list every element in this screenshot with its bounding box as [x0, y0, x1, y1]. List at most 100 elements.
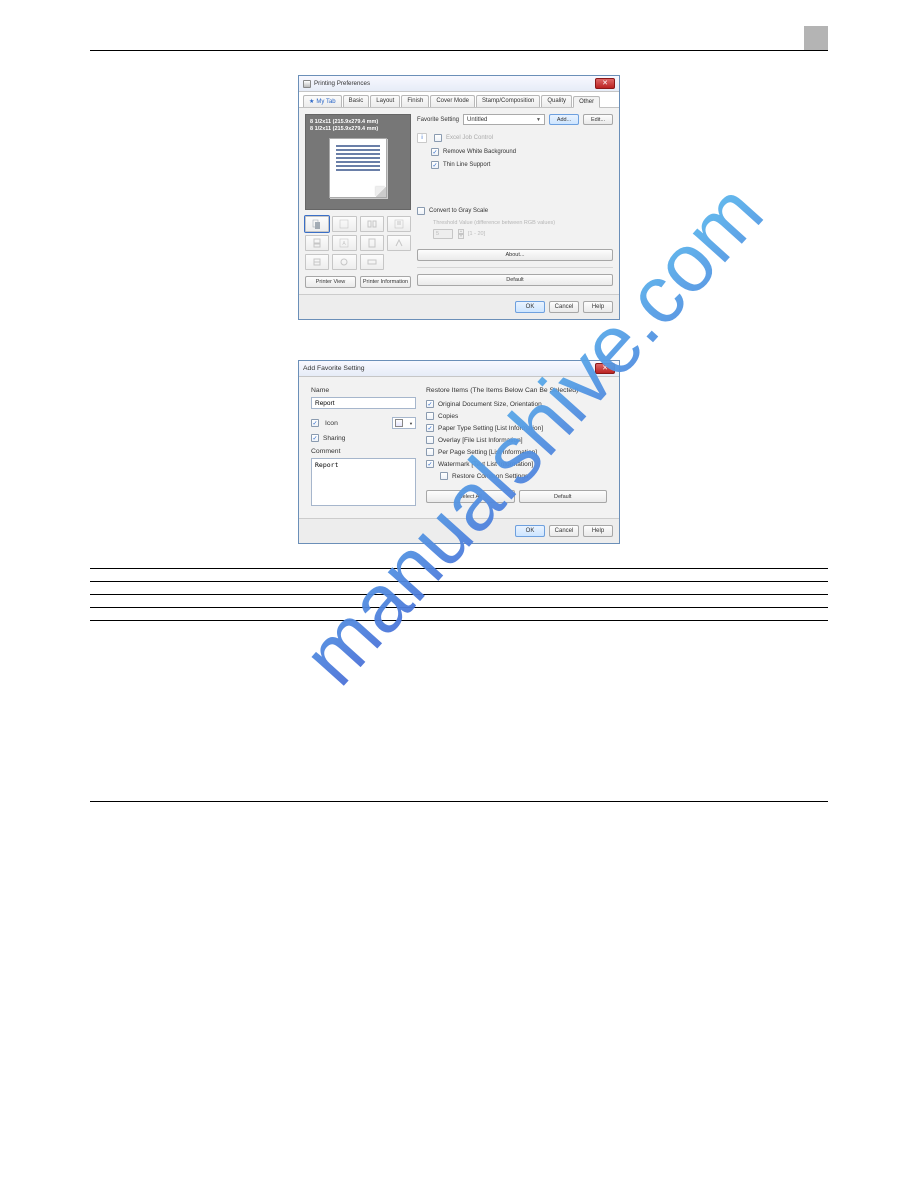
thumb-5[interactable] — [305, 235, 329, 251]
orig-doc-label: Original Document Size, Orientation — [438, 401, 542, 408]
convert-gray-scale-checkbox[interactable] — [417, 207, 425, 215]
thumb-11[interactable] — [360, 254, 384, 270]
table-cell — [90, 582, 250, 595]
remove-white-bg-label: Remove White Background — [443, 149, 516, 155]
thumb-8[interactable] — [387, 235, 411, 251]
thumb-3[interactable] — [360, 216, 384, 232]
page-preview-graphic — [329, 138, 387, 198]
page-preview: 8 1/2x11 (215.9x279.4 mm) 8 1/2x11 (215.… — [305, 114, 411, 210]
favorite-setting-value: Untitled — [467, 117, 487, 123]
help-button[interactable]: Help — [583, 301, 613, 313]
icon-select[interactable]: ▼ — [392, 417, 416, 429]
orig-doc-checkbox[interactable]: ✓ — [426, 400, 434, 408]
remove-white-bg-checkbox[interactable]: ✓ — [431, 148, 439, 156]
threshold-stepper: ▲▼ — [458, 229, 464, 239]
layout-thumbnails: A — [305, 216, 411, 270]
table-row — [90, 569, 828, 582]
thumb-10[interactable] — [332, 254, 356, 270]
table-row — [90, 595, 828, 608]
star-icon: ★ — [309, 98, 314, 105]
add-favorite-setting-dialog: Add Favorite Setting ✕ Name ✓ Icon ▼ — [298, 360, 620, 544]
titlebar-2: Add Favorite Setting ✕ — [299, 361, 619, 377]
comment-textarea[interactable] — [311, 458, 416, 506]
ok-button[interactable]: OK — [515, 301, 545, 313]
printing-preferences-dialog: Printing Preferences ✕ ★My Tab Basic Lay… — [298, 75, 620, 320]
overlay-checkbox[interactable] — [426, 436, 434, 444]
page-icon — [395, 419, 403, 427]
close-button[interactable]: ✕ — [595, 78, 615, 89]
table-cell — [90, 595, 250, 608]
per-page-checkbox[interactable] — [426, 448, 434, 456]
threshold-range: [1 - 20] — [468, 231, 485, 237]
printer-view-button[interactable]: Printer View — [305, 276, 356, 288]
tab-quality[interactable]: Quality — [541, 95, 572, 107]
thin-line-support-label: Thin Line Support — [443, 162, 490, 168]
table-cell — [90, 569, 250, 582]
titlebar: Printing Preferences ✕ — [299, 76, 619, 92]
tab-strip: ★My Tab Basic Layout Finish Cover Mode S… — [299, 92, 619, 108]
table-cell — [250, 582, 828, 595]
tab-cover-mode[interactable]: Cover Mode — [430, 95, 475, 107]
thumb-1[interactable] — [305, 216, 329, 232]
thumb-2[interactable] — [332, 216, 356, 232]
restore-common-checkbox[interactable] — [440, 472, 448, 480]
tab-finish[interactable]: Finish — [401, 95, 429, 107]
excel-job-control-checkbox[interactable] — [434, 134, 442, 142]
table-cell — [90, 608, 250, 621]
restore-common-label: Restore Common Settings — [452, 473, 528, 480]
top-divider — [90, 50, 828, 51]
sharing-label: Sharing — [323, 435, 345, 442]
select-all-button[interactable]: Select All — [426, 490, 515, 503]
settings-table — [90, 568, 828, 621]
excel-job-control-label: Excel Job Control — [446, 135, 493, 141]
copies-checkbox[interactable] — [426, 412, 434, 420]
copies-label: Copies — [438, 413, 458, 420]
default-button-2[interactable]: Default — [519, 490, 608, 503]
name-label: Name — [311, 387, 416, 394]
preview-size-out: 8 1/2x11 (215.9x279.4 mm) — [310, 126, 406, 132]
edit-button[interactable]: Edit... — [583, 114, 613, 125]
ok-button-2[interactable]: OK — [515, 525, 545, 537]
printer-icon — [303, 80, 311, 88]
sharing-checkbox[interactable]: ✓ — [311, 434, 319, 442]
default-button[interactable]: Default — [417, 274, 613, 286]
thumb-4[interactable] — [387, 216, 411, 232]
icon-label: Icon — [325, 420, 338, 427]
dialog2-title: Add Favorite Setting — [303, 365, 365, 372]
dialog-title: Printing Preferences — [314, 80, 370, 87]
printer-information-button[interactable]: Printer Information — [360, 276, 411, 288]
threshold-value-input: 5 — [433, 229, 453, 239]
tab-my-tab[interactable]: ★My Tab — [303, 95, 342, 107]
table-cell — [250, 608, 828, 621]
cancel-button-2[interactable]: Cancel — [549, 525, 579, 537]
help-button-2[interactable]: Help — [583, 525, 613, 537]
tab-layout[interactable]: Layout — [370, 95, 400, 107]
tab-other[interactable]: Other — [573, 96, 600, 108]
favorite-setting-select[interactable]: Untitled ▼ — [463, 114, 545, 125]
thumb-7[interactable] — [360, 235, 384, 251]
about-button[interactable]: About... — [417, 249, 613, 261]
cancel-button[interactable]: Cancel — [549, 301, 579, 313]
page-badge — [804, 26, 828, 50]
table-cell — [250, 569, 828, 582]
favorite-setting-label: Favorite Setting — [417, 117, 459, 123]
thin-line-support-checkbox[interactable]: ✓ — [431, 161, 439, 169]
comment-label: Comment — [311, 448, 416, 455]
tab-basic[interactable]: Basic — [343, 95, 370, 107]
tab-stamp-composition[interactable]: Stamp/Composition — [476, 95, 540, 107]
icon-checkbox[interactable]: ✓ — [311, 419, 319, 427]
add-button[interactable]: Add... — [549, 114, 579, 125]
name-input[interactable] — [311, 397, 416, 409]
thumb-9[interactable] — [305, 254, 329, 270]
table-row — [90, 608, 828, 621]
overlay-label: Overlay [File List Information] — [438, 437, 523, 444]
chevron-down-icon: ▼ — [536, 117, 541, 123]
close-button-2[interactable]: ✕ — [595, 363, 615, 374]
svg-text:A: A — [343, 241, 347, 247]
info-icon[interactable]: i — [417, 133, 427, 143]
restore-items-heading: Restore Items (The Items Below Can Be Se… — [426, 387, 607, 394]
watermark-label: Watermark [Text List Information] — [438, 461, 533, 468]
watermark-checkbox[interactable]: ✓ — [426, 460, 434, 468]
paper-type-checkbox[interactable]: ✓ — [426, 424, 434, 432]
thumb-6[interactable]: A — [332, 235, 356, 251]
